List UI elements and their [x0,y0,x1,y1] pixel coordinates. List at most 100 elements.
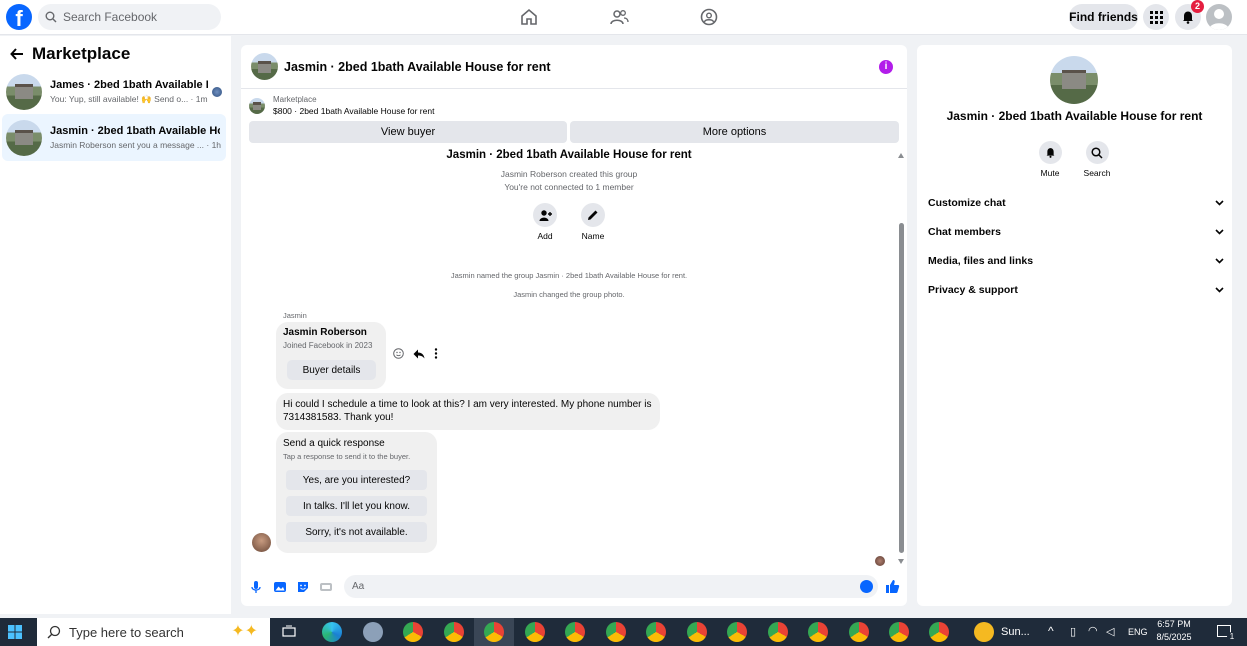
weather-text[interactable]: Sun... [1001,626,1030,638]
privacy-support-section[interactable]: Privacy & support [928,280,1224,300]
chrome-icon[interactable] [889,622,909,642]
quick-response-label: Sorry, it's not available. [305,526,408,538]
section-label: Media, files and links [928,255,1034,267]
conversation-title: James · 2bed 1bath Available Ho... [50,78,208,91]
name-label: Name [581,231,605,241]
weather-sun-icon[interactable] [974,622,994,642]
conversation-preview: Jasmin Roberson sent you a message ... ·… [50,140,222,150]
windows-start-icon[interactable] [8,625,22,639]
more-options-label: More options [702,126,767,138]
more-options-button[interactable]: More options [570,121,899,143]
chrome-icon[interactable] [929,622,949,642]
chevron-down-icon [1215,229,1224,235]
chat-members-section[interactable]: Chat members [928,222,1224,242]
taskbar-search-input[interactable]: Type here to search ✦✦ [37,618,270,646]
battery-icon[interactable]: ▯ [1070,625,1076,638]
chevron-down-icon [1215,200,1224,206]
name-group-button[interactable]: Name [573,203,613,241]
thumbs-up-icon[interactable] [885,579,900,593]
photo-icon[interactable] [273,580,287,594]
listing-thumbnail [6,73,42,110]
back-arrow-icon[interactable] [10,47,24,61]
quick-response-option[interactable]: Sorry, it's not available. [286,522,427,542]
search-placeholder: Search Facebook [63,10,158,24]
listing-summary[interactable]: Marketplace $800 · 2bed 1bath Available … [249,95,434,116]
conversation-item-james[interactable]: James · 2bed 1bath Available Ho... You: … [2,68,226,115]
scroll-down-arrow[interactable] [898,559,904,564]
chat-thumbnail [251,53,278,80]
chrome-icon[interactable] [565,622,585,642]
chrome-icon[interactable] [606,622,626,642]
buyer-details-label: Buyer details [302,364,361,376]
quick-response-label: In talks. I'll let you know. [303,500,410,512]
grid-icon [1149,10,1163,24]
language-indicator[interactable]: ENG [1128,627,1148,637]
chrome-icon[interactable] [403,622,423,642]
clock-date: 8/5/2025 [1156,632,1192,642]
quick-response-subtitle: Tap a response to send it to the buyer. [283,452,411,461]
chrome-icon[interactable] [768,622,788,642]
add-label: Add [537,231,553,241]
find-friends-button[interactable]: Find friends [1069,4,1138,30]
media-files-links-section[interactable]: Media, files and links [928,251,1224,271]
mute-button[interactable]: Mute [1030,141,1070,178]
search-icon [45,11,57,23]
buyer-details-button[interactable]: Buyer details [287,360,376,380]
task-view-icon[interactable] [282,625,296,639]
quick-response-option[interactable]: Yes, are you interested? [286,470,427,490]
edge-browser-icon[interactable] [322,622,342,642]
facebook-search-input[interactable]: Search Facebook [38,4,221,30]
quick-response-option[interactable]: In talks. I'll let you know. [286,496,427,516]
search-highlight-icon: ✦✦ [231,623,258,640]
view-buyer-label: View buyer [380,126,436,138]
chrome-icon[interactable] [444,622,464,642]
chrome-icon[interactable] [646,622,666,642]
friends-icon[interactable] [609,7,629,27]
more-dots-icon[interactable] [434,348,438,359]
gif-icon[interactable] [319,580,333,594]
facebook-logo[interactable]: f [6,4,32,30]
sender-avatar[interactable] [252,533,271,552]
react-emoji-icon[interactable] [393,348,404,359]
reply-icon[interactable] [413,349,425,359]
quick-response-title: Send a quick response [283,438,385,449]
info-icon[interactable]: i [879,60,893,74]
home-icon[interactable] [519,7,539,27]
chrome-icon[interactable] [484,622,504,642]
chrome-icon[interactable] [727,622,747,642]
pencil-icon [588,210,598,220]
chrome-icon[interactable] [525,622,545,642]
chrome-icon[interactable] [687,622,707,642]
app-icon[interactable] [363,622,383,642]
sender-name: Jasmin [283,311,307,320]
groups-icon[interactable] [699,7,719,27]
chat-panel: Jasmin · 2bed 1bath Available House for … [241,45,907,606]
microphone-icon[interactable] [249,580,263,594]
quick-response-label: Yes, are you interested? [302,474,411,486]
chrome-icon[interactable] [808,622,828,642]
listing-thumbnail [6,119,42,156]
message-input[interactable]: Aa [344,575,878,598]
section-label: Privacy & support [928,284,1018,296]
scrollbar-thumb[interactable] [899,223,904,553]
conversation-item-jasmin[interactable]: Jasmin · 2bed 1bath Available Hou... Jas… [2,114,226,161]
message-thread[interactable]: Jasmin · 2bed 1bath Available House for … [241,149,907,571]
wifi-icon[interactable]: ◠ [1088,624,1098,637]
menu-grid-button[interactable] [1143,4,1169,30]
chevron-up-icon[interactable]: ^ [1048,624,1054,638]
volume-icon[interactable]: ◁ [1106,625,1114,638]
customize-chat-section[interactable]: Customize chat [928,193,1224,213]
emoji-icon[interactable] [860,580,873,593]
add-member-button[interactable]: Add [525,203,565,241]
group-photo[interactable] [1050,56,1098,104]
profile-name: Jasmin Roberson [283,327,367,338]
scroll-up-arrow[interactable] [898,153,904,158]
sticker-icon[interactable] [296,580,310,594]
clock[interactable]: 6:57 PM 8/5/2025 [1154,618,1194,644]
search-in-chat-button[interactable]: Search [1077,141,1117,178]
view-buyer-button[interactable]: View buyer [249,121,567,143]
account-avatar[interactable] [1206,4,1232,30]
chrome-icon[interactable] [849,622,869,642]
bell-icon [1183,11,1193,24]
group-title: Jasmin · 2bed 1bath Available House for … [446,149,692,161]
